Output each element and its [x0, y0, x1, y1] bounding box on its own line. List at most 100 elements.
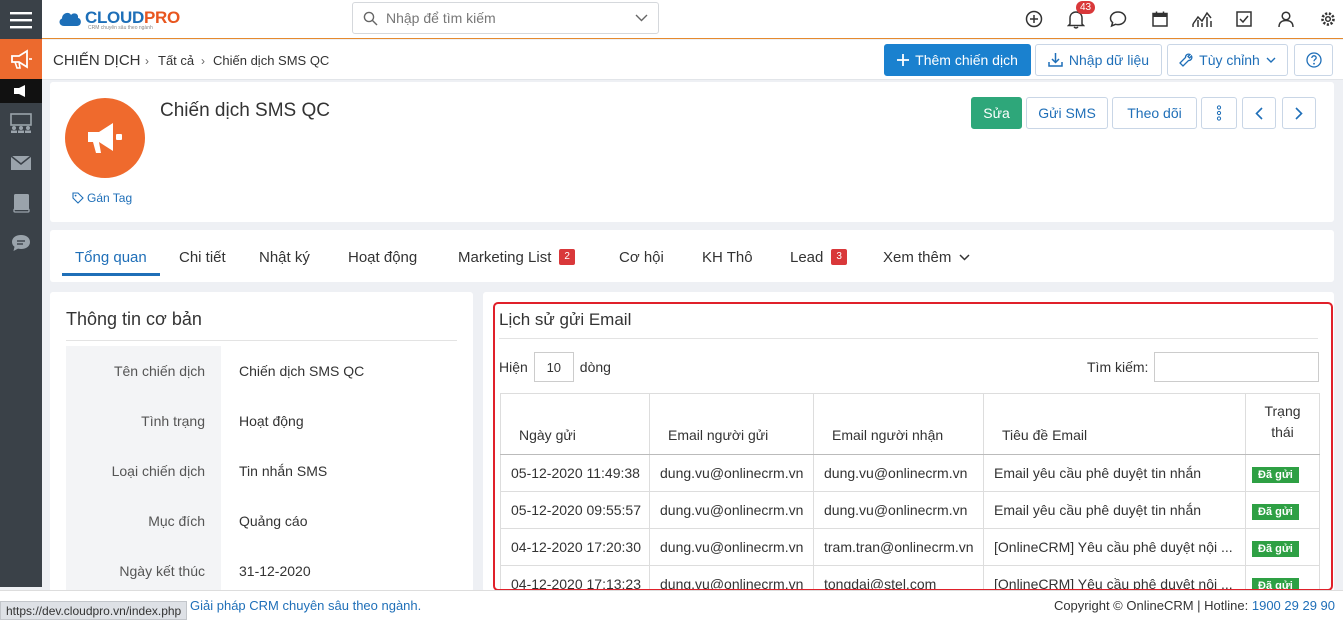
sidebar-item-campaigns[interactable]	[0, 39, 42, 79]
tag-icon	[72, 192, 84, 204]
report-chart-icon[interactable]	[1192, 9, 1212, 29]
plus-icon	[897, 54, 910, 66]
table-row[interactable]: 04-12-2020 17:13:23 dung.vu@onlinecrm.vn…	[500, 565, 1320, 592]
table-search-input[interactable]	[1154, 352, 1320, 382]
assign-tag-label: Gán Tag	[87, 191, 133, 205]
help-button[interactable]	[1294, 44, 1333, 76]
info-row: Mục đích Quảng cáo	[66, 496, 457, 546]
tab-overview[interactable]: Tổng quan	[75, 247, 147, 267]
cell-status: Đã gửi	[1245, 454, 1320, 492]
column-header-status[interactable]: Trạng thái	[1245, 393, 1320, 455]
table-row[interactable]: 04-12-2020 17:20:30 dung.vu@onlinecrm.vn…	[500, 528, 1320, 566]
chevron-down-icon[interactable]	[635, 14, 648, 22]
breadcrumb-all[interactable]: Tất cả	[158, 53, 194, 68]
active-tab-indicator	[62, 273, 160, 276]
basic-info-panel: Thông tin cơ bản Tên chiến dịch Chiến dịc…	[50, 292, 473, 592]
add-campaign-button[interactable]: Thêm chiến dịch	[884, 44, 1031, 76]
cell-subject[interactable]: [OnlineCRM] Yêu cầu phê duyệt nội ...	[983, 565, 1246, 592]
send-sms-button[interactable]: Gửi SMS	[1026, 97, 1108, 129]
calendar-icon[interactable]	[1150, 9, 1170, 29]
envelope-icon	[10, 155, 32, 171]
edit-button[interactable]: Sửa	[971, 97, 1022, 129]
next-record-button[interactable]	[1282, 97, 1316, 129]
cell-subject[interactable]: Email yêu cầu phê duyệt tin nhắn	[983, 491, 1246, 529]
email-history-table: Ngày gửi Email người gửi Email người nhậ…	[500, 393, 1320, 592]
tab-details[interactable]: Chi tiết	[179, 247, 226, 267]
sidebar-item-documents[interactable]	[0, 183, 42, 223]
global-search[interactable]	[352, 2, 659, 34]
page-length-prefix: Hiện	[499, 359, 528, 375]
hotline-number[interactable]: 1900 29 29 90	[1252, 598, 1335, 613]
tab-activities[interactable]: Hoạt động	[348, 247, 417, 267]
chevron-down-icon	[1266, 57, 1276, 63]
task-check-icon[interactable]	[1234, 9, 1254, 29]
sidebar-item-meetings[interactable]	[0, 103, 42, 143]
customize-button[interactable]: Tùy chỉnh	[1167, 44, 1288, 76]
question-circle-icon	[1305, 52, 1322, 68]
status-badge: Đã gửi	[1252, 467, 1299, 483]
megaphone-small-icon	[13, 84, 29, 98]
sidebar-item-email[interactable]	[0, 143, 42, 183]
plus-circle-icon[interactable]	[1024, 9, 1044, 29]
cell-subject[interactable]: [OnlineCRM] Yêu cầu phê duyệt nội ...	[983, 528, 1246, 566]
tab-marketing-list[interactable]: Marketing List 2	[458, 247, 575, 267]
field-label: Loại chiến dịch	[66, 446, 221, 496]
column-header-date[interactable]: Ngày gửi	[500, 393, 650, 455]
browser-status-url: https://dev.cloudpro.vn/index.php	[0, 601, 188, 620]
assign-tag-link[interactable]: Gán Tag	[72, 191, 132, 205]
cell-sender: dung.vu@onlinecrm.vn	[649, 565, 814, 592]
sidebar-item-comments[interactable]	[0, 223, 42, 263]
table-row[interactable]: 05-12-2020 09:55:57 dung.vu@onlinecrm.vn…	[500, 491, 1320, 529]
previous-record-button[interactable]	[1242, 97, 1276, 129]
user-icon[interactable]	[1276, 9, 1296, 29]
info-row: Ngày kết thúc 31-12-2020	[66, 546, 457, 592]
page-length-suffix: dòng	[579, 359, 611, 375]
count-badge: 3	[831, 249, 847, 265]
tab-opportunities[interactable]: Cơ hội	[619, 247, 664, 267]
cell-status: Đã gửi	[1245, 565, 1320, 592]
tab-label: Hoạt động	[348, 248, 418, 266]
logo[interactable]: CLOUDPRO CRM chuyên sâu theo ngành	[58, 8, 180, 31]
menu-toggle-button[interactable]	[0, 0, 42, 39]
footer-tagline[interactable]: Giải pháp CRM chuyên sâu theo ngành.	[190, 598, 421, 613]
chat-icon[interactable]	[1108, 9, 1128, 29]
tab-log[interactable]: Nhật ký	[259, 247, 310, 267]
tab-label: Cơ hội	[619, 248, 664, 266]
cell-date: 05-12-2020 11:49:38	[500, 454, 650, 492]
cell-date: 05-12-2020 09:55:57	[500, 491, 650, 529]
breadcrumb: CHIẾN DỊCH › Tất cả › Chiến dịch SMS QC …	[42, 40, 1343, 80]
divider	[66, 340, 457, 341]
field-label: Tên chiến dịch	[66, 346, 221, 396]
column-header-subject[interactable]: Tiêu đề Email	[983, 393, 1246, 455]
column-header-sender[interactable]: Email người gửi	[649, 393, 814, 455]
search-input[interactable]	[386, 10, 627, 26]
column-header-recipient[interactable]: Email người nhận	[813, 393, 984, 455]
more-actions-button[interactable]	[1201, 97, 1237, 129]
info-list: Tên chiến dịch Chiến dịch SMS QC Tình trạ…	[66, 346, 457, 592]
cell-subject[interactable]: Email yêu cầu phê duyệt tin nhắn	[983, 454, 1246, 492]
breadcrumb-module[interactable]: CHIẾN DỊCH	[53, 52, 141, 69]
field-value: Quảng cáo	[239, 513, 308, 529]
cell-recipient: dung.vu@onlinecrm.vn	[813, 454, 984, 492]
notification-badge: 43	[1076, 1, 1096, 14]
table-search-label: Tìm kiếm:	[1087, 359, 1149, 375]
sidebar-item-announcements[interactable]	[0, 79, 42, 103]
table-search: Tìm kiếm:	[1087, 352, 1320, 382]
cloud-icon	[58, 9, 82, 27]
page-length-select[interactable]: 10	[533, 352, 574, 382]
tab-label: Lead	[790, 248, 824, 266]
cell-recipient: dung.vu@onlinecrm.vn	[813, 491, 984, 529]
cell-sender: dung.vu@onlinecrm.vn	[649, 491, 814, 529]
tab-more[interactable]: Xem thêm	[883, 247, 970, 267]
tab-leads[interactable]: Lead 3	[790, 247, 847, 267]
follow-button[interactable]: Theo dõi	[1112, 97, 1197, 129]
table-row[interactable]: 05-12-2020 11:49:38 dung.vu@onlinecrm.vn…	[500, 454, 1320, 492]
breadcrumb-separator-icon: ›	[201, 54, 205, 68]
count-badge: 2	[559, 249, 575, 265]
tab-raw-customers[interactable]: KH Thô	[702, 247, 753, 267]
email-history-panel: Lịch sử gửi Email Hiện 10 dòng Tìm kiếm:…	[483, 292, 1334, 592]
import-data-button[interactable]: Nhập dữ liệu	[1035, 44, 1162, 76]
settings-gear-icon[interactable]	[1318, 9, 1338, 29]
field-value: 31-12-2020	[239, 563, 311, 579]
record-title: Chiến dịch SMS QC	[160, 100, 331, 121]
